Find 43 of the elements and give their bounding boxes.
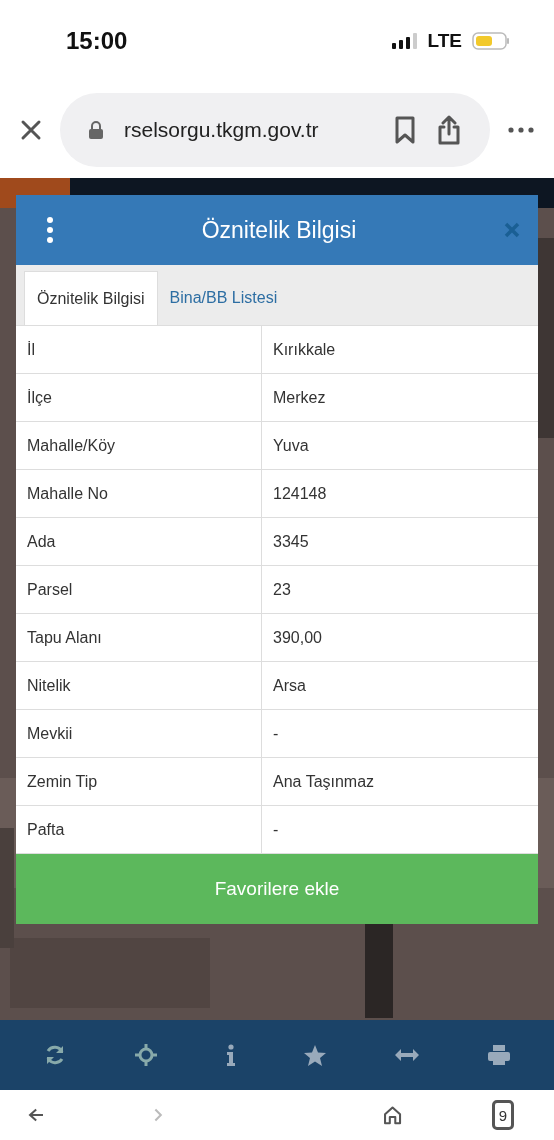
table-cell: Ada bbox=[16, 518, 262, 565]
table-cell-text: 3345 bbox=[272, 531, 310, 552]
table-cell-text: 124148 bbox=[272, 483, 328, 504]
share-icon[interactable] bbox=[436, 115, 462, 145]
table-cell: Parsel bbox=[16, 566, 262, 613]
lock-icon bbox=[88, 120, 104, 140]
url-text: rselsorgu.tkgm.gov.tr bbox=[124, 118, 320, 142]
table-cell-text: 23 bbox=[272, 579, 292, 600]
menu-icon[interactable] bbox=[46, 217, 54, 243]
table-cell-text: Ana Taşınmaz bbox=[272, 771, 376, 792]
table-cell-text: - bbox=[272, 819, 280, 840]
table-cell: Tapu Alanı bbox=[16, 614, 262, 661]
table-cell-text: Yuva bbox=[272, 435, 310, 456]
battery-icon bbox=[472, 32, 510, 50]
dialog-title: Öznitelik Bilgisi bbox=[201, 216, 357, 244]
table-cell: Pafta bbox=[16, 806, 262, 853]
address-bar[interactable]: rselsorgu.tkgm.gov.tr bbox=[60, 93, 490, 167]
bookmark-icon[interactable] bbox=[394, 116, 416, 144]
table-cell: Zemin Tip bbox=[16, 758, 262, 805]
signal-icon bbox=[391, 33, 418, 49]
more-icon[interactable] bbox=[508, 127, 534, 133]
star-icon[interactable] bbox=[304, 1044, 327, 1066]
table-cell: Nitelik bbox=[16, 662, 262, 709]
table-cell-text: - bbox=[272, 723, 280, 744]
print-icon[interactable] bbox=[487, 1045, 510, 1065]
table-cell-text: Merkez bbox=[272, 387, 327, 408]
network-label: LTE bbox=[427, 30, 462, 52]
close-icon[interactable] bbox=[20, 119, 42, 141]
table-cell: Mevkii bbox=[16, 710, 262, 757]
tab[interactable]: Öznitelik Bilgisi bbox=[24, 271, 158, 325]
tab[interactable]: Bina/BB Listesi bbox=[157, 271, 290, 325]
table-cell: İlçe bbox=[16, 374, 262, 421]
tabs-button[interactable]: 9 bbox=[491, 1100, 514, 1130]
table-cell: İl bbox=[16, 326, 262, 373]
table-cell-text: Arsa bbox=[272, 675, 307, 696]
info-icon[interactable] bbox=[225, 1044, 236, 1066]
table-cell: Mahalle No bbox=[16, 470, 262, 517]
table-cell: Mahalle/Köy bbox=[16, 422, 262, 469]
table-cell-text: 390,00 bbox=[272, 627, 323, 648]
double-arrow-icon[interactable] bbox=[394, 1049, 419, 1061]
table-cell-text: Kırıkkale bbox=[272, 339, 337, 360]
status-time: 15:00 bbox=[66, 27, 128, 55]
crosshair-icon[interactable] bbox=[135, 1044, 157, 1066]
